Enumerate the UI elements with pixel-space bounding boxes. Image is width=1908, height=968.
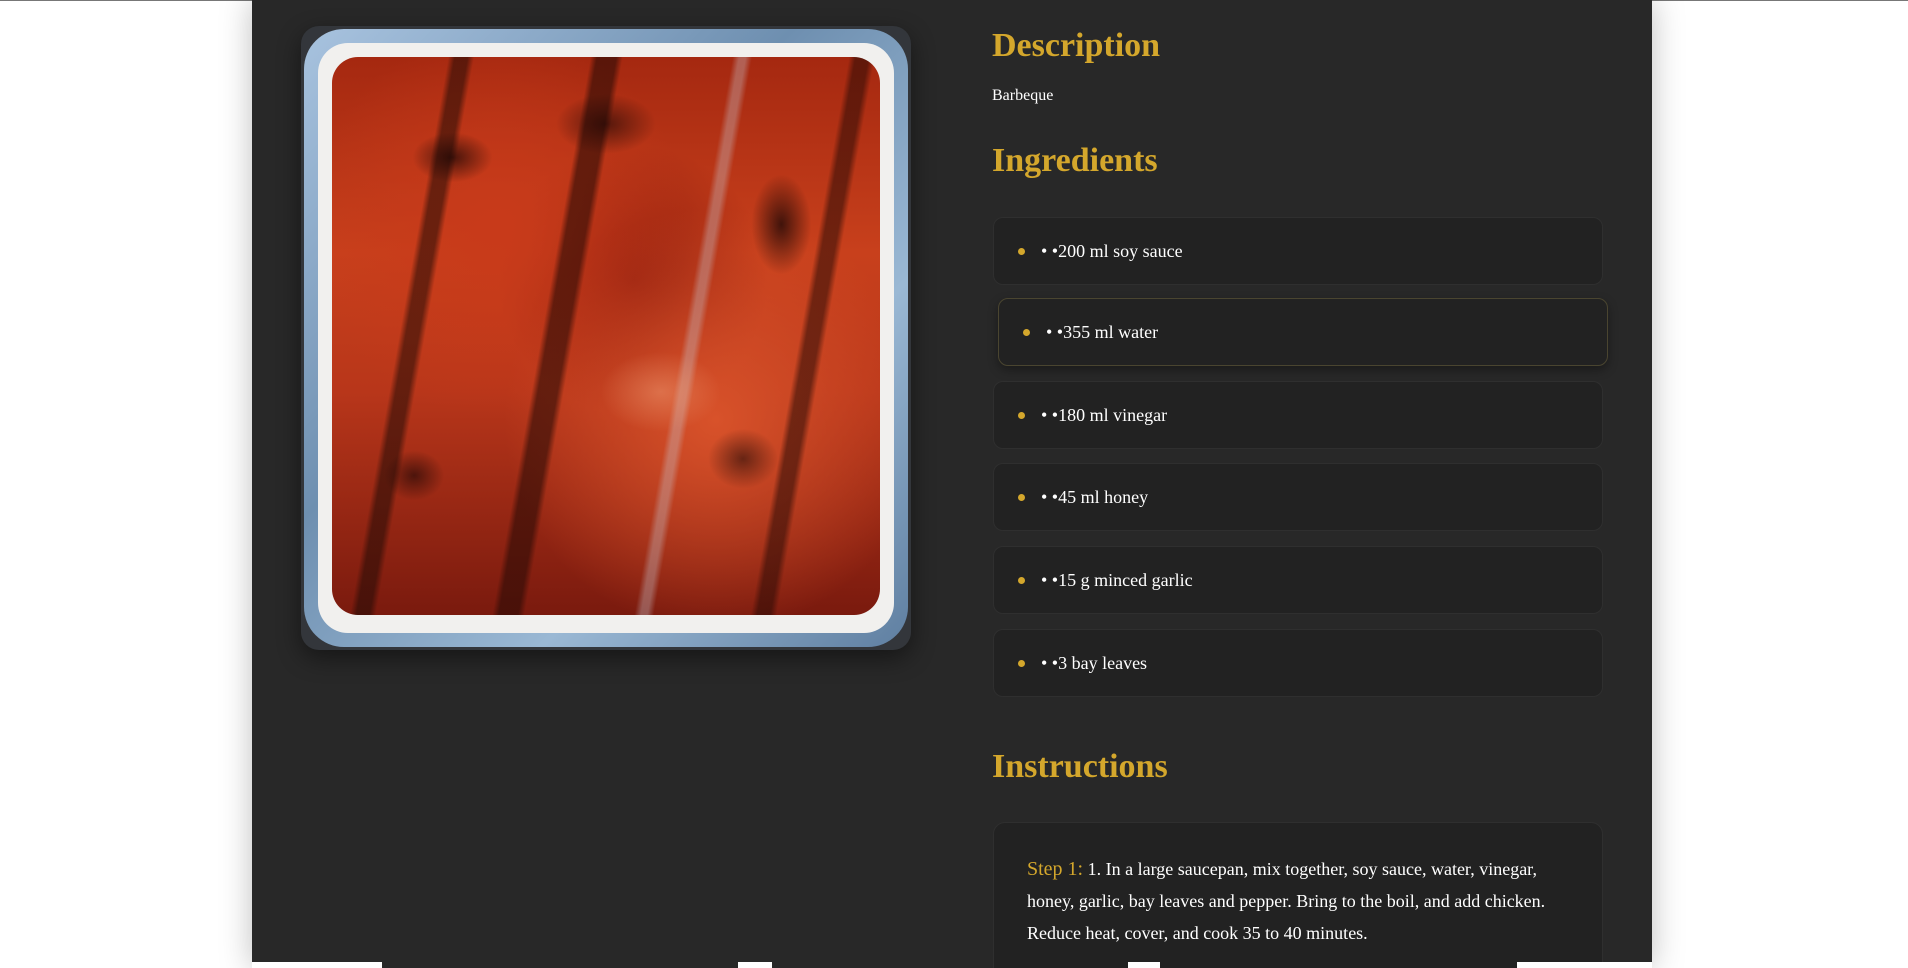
ingredient-item[interactable]: • •45 ml honey (993, 463, 1603, 531)
page-bottom-edge (1128, 962, 1160, 968)
ingredient-label: • •3 bay leaves (1041, 652, 1148, 673)
page-bottom-edge (252, 962, 382, 968)
page-bottom-edge (1517, 962, 1652, 968)
ingredient-label: • •15 g minced garlic (1041, 569, 1193, 590)
ingredient-label: • •355 ml water (1046, 321, 1159, 342)
ingredient-label: • •200 ml soy sauce (1041, 240, 1183, 261)
bullet-icon (1018, 576, 1025, 584)
step-text: 1. In a large saucepan, mix together, so… (1027, 859, 1546, 943)
ingredient-label: • •180 ml vinegar (1041, 404, 1168, 425)
step-label: Step 1: (1027, 858, 1084, 880)
description-text: Barbeque (992, 87, 1054, 104)
ingredient-item[interactable]: • •3 bay leaves (993, 629, 1603, 697)
ingredient-label: • •45 ml honey (1041, 486, 1149, 507)
ingredient-item[interactable]: • •355 ml water (998, 298, 1608, 366)
bullet-icon (1018, 247, 1025, 255)
instructions-heading: Instructions (992, 748, 1168, 785)
page-bottom-edge (738, 962, 772, 968)
bullet-icon (1018, 493, 1025, 501)
instruction-step[interactable]: Step 1: 1. In a large saucepan, mix toge… (993, 822, 1603, 968)
ingredient-item[interactable]: • •15 g minced garlic (993, 546, 1603, 614)
recipe-photo (301, 26, 911, 650)
ingredient-item[interactable]: • •200 ml soy sauce (993, 217, 1603, 285)
photo-frame (304, 29, 908, 647)
bullet-icon (1018, 411, 1025, 419)
bullet-icon (1023, 328, 1030, 336)
ingredients-heading: Ingredients (992, 142, 1158, 179)
barbeque-image (332, 57, 880, 615)
description-heading: Description (992, 27, 1161, 64)
bullet-icon (1018, 659, 1025, 667)
recipe-page: Description Barbeque Ingredients • •200 … (252, 0, 1652, 968)
ingredient-item[interactable]: • •180 ml vinegar (993, 381, 1603, 449)
